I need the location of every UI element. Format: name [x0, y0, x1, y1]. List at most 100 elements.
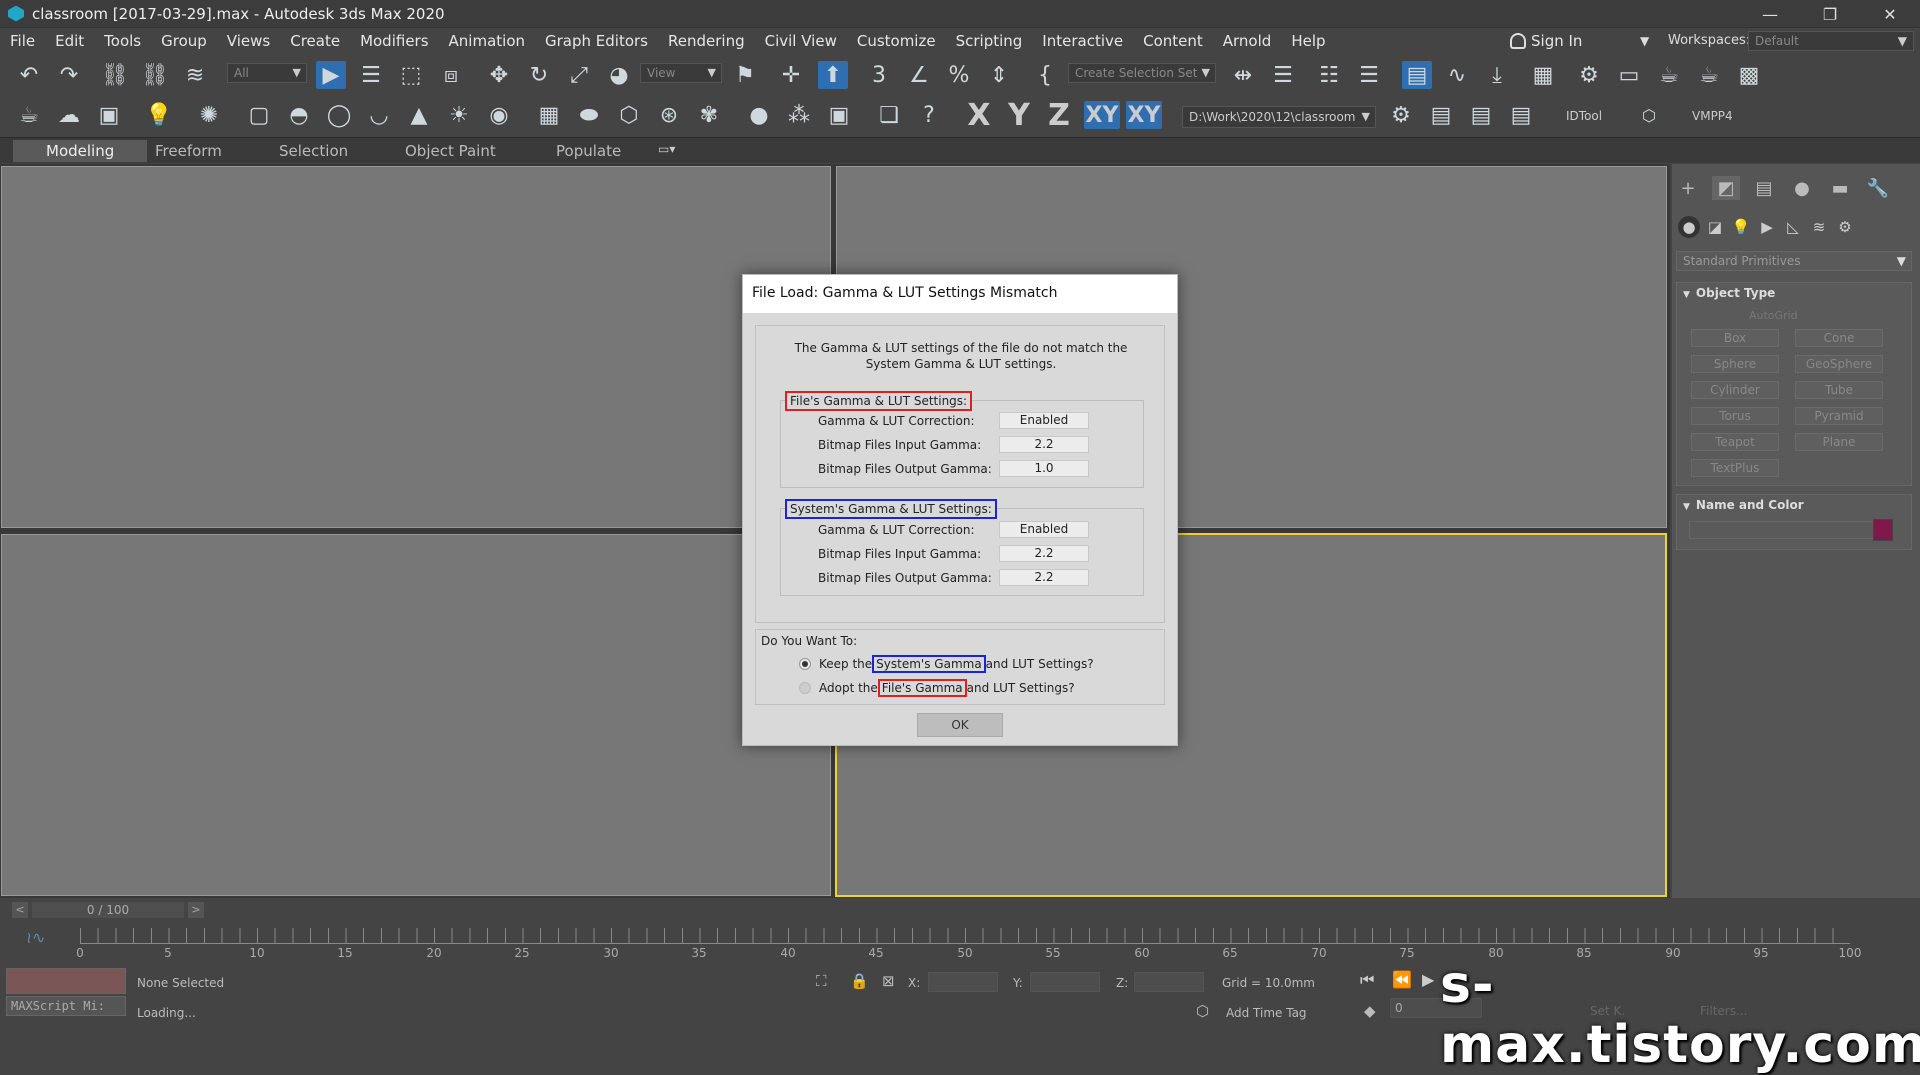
autogrid-checkbox-label[interactable]: AutoGrid	[1749, 309, 1798, 322]
select-manipulate-icon[interactable]: ✛	[776, 61, 806, 89]
cylinder-button[interactable]: Cylinder	[1691, 381, 1779, 399]
place-icon[interactable]: ◕	[604, 61, 634, 89]
timeline-ruler[interactable]	[80, 928, 1850, 944]
maximize-button[interactable]: ❐	[1800, 0, 1860, 28]
shapes-icon[interactable]: ◪	[1704, 216, 1726, 238]
render-active-shade-icon[interactable]: ☕	[1694, 61, 1724, 89]
plane-button[interactable]: Plane	[1795, 433, 1883, 451]
bind-space-warp-icon[interactable]: ≋	[180, 61, 210, 89]
hierarchy-tab-icon[interactable]: ▤	[1750, 176, 1778, 200]
axis-y-button[interactable]: Y	[1004, 98, 1034, 133]
viewport-bottom-left[interactable]	[1, 534, 831, 896]
create-tab-plus-icon[interactable]: +	[1674, 176, 1702, 200]
axis-z-button[interactable]: Z	[1044, 98, 1074, 133]
menu-help[interactable]: Help	[1281, 32, 1335, 50]
box-primitive-icon[interactable]: ▢	[244, 101, 274, 129]
menu-interactive[interactable]: Interactive	[1032, 32, 1133, 50]
unlink-icon[interactable]: ⛓	[140, 61, 170, 89]
ok-button[interactable]: OK	[917, 713, 1003, 737]
spinner-snap-icon[interactable]: ⇕	[984, 61, 1014, 89]
bowl-icon[interactable]: ◡	[364, 101, 394, 129]
render-setup-icon[interactable]: ⚙	[1574, 61, 1604, 89]
adopt-file-radio[interactable]	[799, 682, 811, 694]
menu-arnold[interactable]: Arnold	[1213, 32, 1282, 50]
vmpp4-label[interactable]: VMPP4	[1692, 109, 1733, 123]
reference-coordinate-select[interactable]: View ▼	[640, 63, 722, 83]
tab-selection[interactable]: Selection	[279, 142, 348, 160]
snaps-toggle-icon[interactable]: 3	[864, 61, 894, 89]
display-tab-icon[interactable]: ▬	[1826, 176, 1854, 200]
layers-icon[interactable]: ❏	[874, 101, 904, 129]
tab-freeform[interactable]: Freeform	[155, 142, 222, 160]
menu-scripting[interactable]: Scripting	[946, 32, 1033, 50]
pivot-point-icon[interactable]: ⚑	[730, 61, 760, 89]
helpers-icon[interactable]: ◺	[1782, 216, 1804, 238]
selection-filter-select[interactable]: All ▼	[227, 63, 307, 83]
folder-save-icon[interactable]: ▤	[1506, 101, 1536, 129]
lock-icon[interactable]: 🔒	[850, 972, 869, 990]
viewport-top-left[interactable]	[1, 166, 831, 528]
color-balls-icon[interactable]: ⁂	[784, 101, 814, 129]
project-folder-select[interactable]: D:\Work\2020\12\classroom ▼	[1182, 106, 1376, 128]
hexagon-icon[interactable]: ⬡	[1634, 101, 1664, 129]
rotate-icon[interactable]: ↻	[524, 61, 554, 89]
name-and-color-header[interactable]: ▼ Name and Color	[1677, 495, 1911, 515]
align-icon[interactable]: ☰	[1268, 61, 1298, 89]
image-icon[interactable]: ▣	[94, 101, 124, 129]
minimize-button[interactable]: —	[1740, 0, 1800, 28]
object-type-header[interactable]: ▼ Object Type	[1677, 283, 1911, 303]
sphere-button[interactable]: Sphere	[1691, 355, 1779, 373]
idtool-label[interactable]: IDTool	[1566, 109, 1602, 123]
mirror-icon[interactable]: ⇹	[1228, 61, 1258, 89]
undo-icon[interactable]: ↶	[14, 61, 44, 89]
menu-edit[interactable]: Edit	[45, 32, 94, 50]
sun-icon[interactable]: ☀	[444, 101, 474, 129]
cameras-icon[interactable]: ▶	[1756, 216, 1778, 238]
cloud-icon[interactable]: ☁	[54, 101, 84, 129]
menu-create[interactable]: Create	[280, 32, 350, 50]
close-button[interactable]: ✕	[1860, 0, 1920, 28]
object-color-swatch[interactable]	[1873, 519, 1893, 541]
keep-system-settings-option[interactable]: Keep the System's Gamma and LUT Settings…	[799, 655, 1094, 673]
cone-icon[interactable]: ▲	[404, 101, 434, 129]
scale-icon[interactable]: ⤢	[564, 61, 594, 89]
network-icon[interactable]: ⬡	[614, 101, 644, 129]
space-warps-icon[interactable]: ≋	[1808, 216, 1830, 238]
maxscript-mini-listener[interactable]: MAXScript Mi:	[6, 996, 126, 1016]
menu-civil-view[interactable]: Civil View	[755, 32, 847, 50]
torus-icon[interactable]: ◯	[324, 101, 354, 129]
time-slider-prev-button[interactable]: <	[12, 902, 28, 918]
angle-snap-icon[interactable]: ∠	[904, 61, 934, 89]
move-icon[interactable]: ✥	[484, 61, 514, 89]
rectangular-selection-icon[interactable]: ⬚	[396, 61, 426, 89]
keyboard-shortcut-override-icon[interactable]: ⬆	[818, 61, 848, 89]
textplus-button[interactable]: TextPlus	[1691, 459, 1779, 477]
axis-x-button[interactable]: X	[964, 98, 994, 133]
light-icon[interactable]: 💡	[144, 101, 174, 129]
tab-modeling[interactable]: Modeling	[13, 140, 148, 162]
add-time-tag-button[interactable]: Add Time Tag	[1226, 1006, 1307, 1020]
percent-snap-icon[interactable]: %	[944, 61, 974, 89]
time-slider-thumb[interactable]: 0 / 100	[32, 902, 184, 918]
tab-object-paint[interactable]: Object Paint	[405, 142, 496, 160]
menu-graph-editors[interactable]: Graph Editors	[535, 32, 658, 50]
tab-populate[interactable]: Populate	[556, 142, 621, 160]
primitive-category-select[interactable]: Standard Primitives ▼	[1676, 251, 1912, 271]
x-coord-field[interactable]	[928, 972, 998, 992]
cone-button[interactable]: Cone	[1795, 329, 1883, 347]
menu-tools[interactable]: Tools	[94, 32, 151, 50]
workspace-select[interactable]: Default ▼	[1748, 31, 1914, 51]
utilities-tab-wrench-icon[interactable]: 🔧	[1864, 176, 1892, 200]
render-frame-icon[interactable]: ▣	[824, 101, 854, 129]
axis-xy-button[interactable]: XY	[1084, 101, 1120, 129]
time-slider-next-button[interactable]: >	[188, 902, 204, 918]
object-name-field[interactable]	[1689, 521, 1879, 539]
folder-open-icon[interactable]: ▤	[1466, 101, 1496, 129]
sphere-mesh-icon[interactable]: ⊛	[654, 101, 684, 129]
previous-frame-icon[interactable]: ⏪	[1392, 970, 1412, 989]
torus-button[interactable]: Torus	[1691, 407, 1779, 425]
sphere-icon[interactable]: ●	[744, 101, 774, 129]
pyramid-button[interactable]: Pyramid	[1795, 407, 1883, 425]
window-crossing-icon[interactable]: ⧈	[436, 61, 466, 89]
ribbon-options-icon[interactable]: ▭▾	[658, 142, 675, 156]
